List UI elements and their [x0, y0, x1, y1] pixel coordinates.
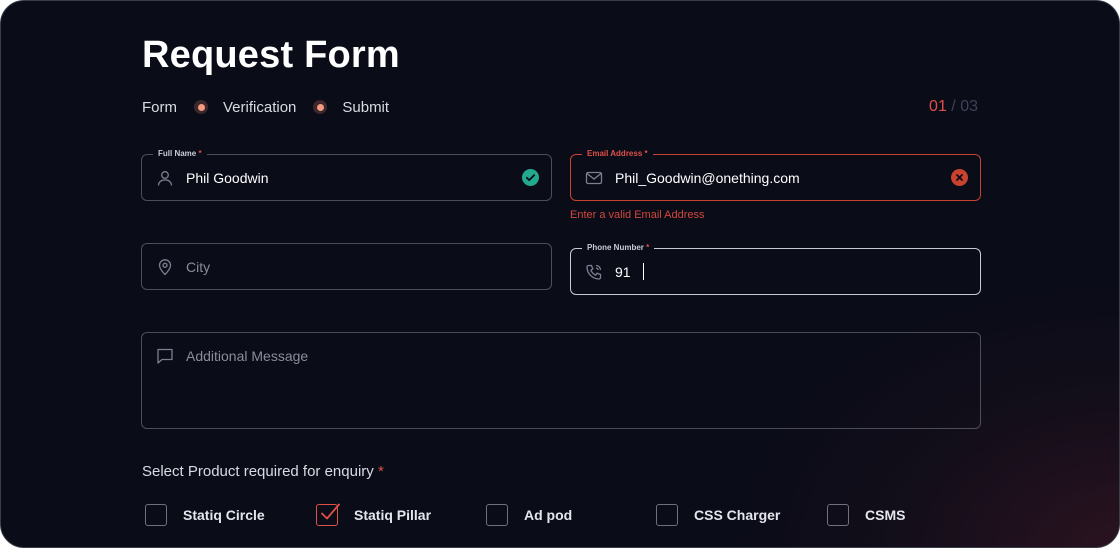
- message-field[interactable]: Additional Message: [141, 332, 981, 429]
- error-circle-icon[interactable]: [951, 169, 968, 186]
- request-form-card: Request Form Form Verification Submit 01…: [0, 0, 1120, 548]
- city-placeholder: City: [186, 258, 211, 275]
- full-name-field[interactable]: Full Name * Phil Goodwin: [141, 148, 552, 201]
- product-csms[interactable]: CSMS: [827, 504, 905, 526]
- progress-steps: Form Verification Submit: [142, 97, 389, 117]
- step-form: Form: [142, 98, 177, 116]
- chat-bubble-icon: [156, 347, 174, 365]
- step-separator: /: [951, 98, 956, 115]
- text-cursor: [642, 263, 644, 280]
- email-value: Phil_Goodwin@onething.com: [615, 169, 800, 186]
- phone-icon: [585, 263, 603, 281]
- email-label: Email Address *: [582, 148, 653, 160]
- checkbox[interactable]: [145, 504, 167, 526]
- step-submit: Submit: [342, 98, 390, 116]
- phone-value: 91: [615, 263, 644, 280]
- email-field[interactable]: Email Address * Phil_Goodwin@onething.co…: [570, 148, 981, 201]
- phone-field[interactable]: Phone Number * 91: [570, 242, 981, 295]
- page-title: Request Form: [142, 34, 400, 76]
- full-name-value: Phil Goodwin: [186, 169, 269, 186]
- location-pin-icon: [156, 258, 174, 276]
- product-css-charger[interactable]: CSS Charger: [656, 504, 780, 526]
- mail-icon: [585, 169, 603, 187]
- product-label: CSS Charger: [694, 507, 781, 523]
- step-verification: Verification: [223, 98, 297, 116]
- step-current: 01: [929, 98, 947, 115]
- product-label: Statiq Circle: [183, 507, 265, 523]
- step-dot-icon: [194, 100, 208, 114]
- email-error-message: Enter a valid Email Address: [570, 209, 705, 221]
- checkbox-checked[interactable]: [316, 503, 340, 526]
- step-total: 03: [960, 98, 978, 115]
- checkmark-icon: [321, 503, 340, 520]
- phone-label: Phone Number *: [582, 242, 655, 254]
- products-label: Select Product required for enquiry *: [142, 463, 384, 480]
- message-placeholder: Additional Message: [186, 348, 309, 364]
- product-label: Statiq Pillar: [354, 507, 432, 523]
- full-name-label: Full Name *: [153, 148, 207, 160]
- product-label: Ad pod: [524, 507, 573, 523]
- city-field[interactable]: City: [141, 243, 552, 290]
- step-counter: 01 / 03: [929, 98, 978, 116]
- user-icon: [156, 169, 174, 187]
- step-dot-icon: [313, 100, 328, 114]
- product-statiq-circle[interactable]: Statiq Circle: [145, 504, 265, 526]
- checkbox[interactable]: [827, 504, 849, 526]
- checkbox[interactable]: [656, 504, 678, 526]
- product-label: CSMS: [865, 507, 906, 523]
- product-statiq-pillar[interactable]: Statiq Pillar: [316, 503, 432, 526]
- check-circle-icon: [522, 169, 539, 186]
- product-ad-pod[interactable]: Ad pod: [486, 504, 572, 526]
- checkbox[interactable]: [486, 504, 508, 526]
